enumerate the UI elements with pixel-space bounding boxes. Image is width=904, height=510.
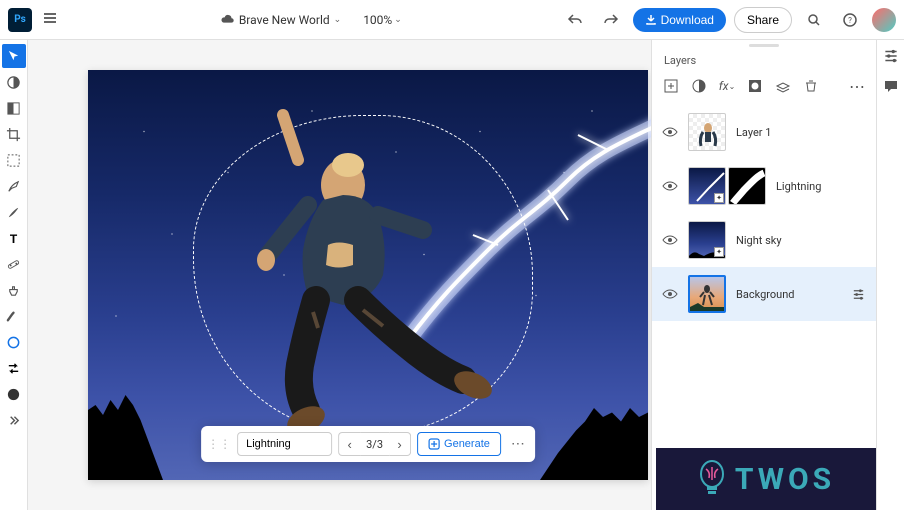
chevron-down-icon: ⌄ <box>334 15 342 25</box>
share-button[interactable]: Share <box>734 7 792 33</box>
download-button[interactable]: Download <box>633 8 726 32</box>
generate-more-options[interactable]: ⋯ <box>507 432 529 456</box>
lightbulb-icon <box>697 459 727 499</box>
layer-name: Lightning <box>776 180 821 193</box>
move-tool[interactable] <box>2 44 26 68</box>
user-avatar[interactable] <box>872 8 896 32</box>
layer-group-button[interactable] <box>774 77 792 95</box>
person-layer <box>188 100 508 445</box>
layer-name: Background <box>736 288 794 301</box>
left-toolbar: T <box>0 40 28 510</box>
layer-row[interactable]: ✦ Night sky <box>652 213 876 267</box>
visibility-toggle[interactable] <box>662 124 678 140</box>
smart-object-badge: ✦ <box>714 247 724 257</box>
next-variant-button[interactable]: › <box>389 432 411 456</box>
generate-icon <box>428 438 440 450</box>
layers-more-options[interactable]: ⋯ <box>848 77 866 95</box>
canvas[interactable]: ⋮⋮ ‹ 3/3 › Generate ⋯ <box>88 70 648 480</box>
brush-tool[interactable] <box>2 200 26 224</box>
delete-layer-button[interactable] <box>802 77 820 95</box>
generative-fill-bar: ⋮⋮ ‹ 3/3 › Generate ⋯ <box>201 426 535 462</box>
layer-thumbnail <box>688 275 726 313</box>
layer-name: Layer 1 <box>736 126 771 139</box>
layers-panel: Layers fx⌄ ⋯ Layer 1 ✦ <box>651 40 876 510</box>
zoom-dropdown[interactable]: 100% ⌄ <box>355 9 410 31</box>
layer-name: Night sky <box>736 234 782 247</box>
drag-handle-icon[interactable]: ⋮⋮ <box>207 437 231 451</box>
heal-tool[interactable] <box>2 252 26 276</box>
layer-mask-thumbnail <box>728 167 766 205</box>
adjust-tool[interactable] <box>2 70 26 94</box>
shape-tool[interactable] <box>2 330 26 354</box>
smart-object-badge: ✦ <box>714 193 724 203</box>
layer-properties-button[interactable] <box>851 287 866 302</box>
watermark-text: TWOS <box>735 462 835 497</box>
layer-thumbnail: ✦ <box>688 167 726 205</box>
more-tools[interactable] <box>2 408 26 432</box>
redo-button[interactable] <box>597 6 625 34</box>
visibility-toggle[interactable] <box>662 232 678 248</box>
visibility-toggle[interactable] <box>662 286 678 302</box>
layers-panel-actions: fx⌄ ⋯ <box>652 71 876 101</box>
svg-text:?: ? <box>848 16 852 25</box>
document-title-dropdown[interactable]: Brave New World ⌄ <box>213 9 349 31</box>
chevron-down-icon: ⌄ <box>394 15 402 25</box>
svg-text:T: T <box>10 232 18 246</box>
hamburger-menu[interactable] <box>38 6 62 33</box>
cloud-icon <box>221 13 235 27</box>
clone-tool[interactable] <box>2 278 26 302</box>
eraser-tool[interactable] <box>2 304 26 328</box>
help-button[interactable]: ? <box>836 6 864 34</box>
layers-panel-title: Layers <box>652 50 876 71</box>
properties-tab[interactable] <box>881 46 901 66</box>
layer-row[interactable]: Layer 1 <box>652 105 876 159</box>
variant-counter: 3/3 <box>360 432 389 456</box>
add-mask-button[interactable] <box>746 77 764 95</box>
canvas-area[interactable]: ⋮⋮ ‹ 3/3 › Generate ⋯ <box>28 40 651 510</box>
layer-effects-button[interactable]: fx⌄ <box>718 77 736 95</box>
layer-thumbnail <box>688 113 726 151</box>
quick-select-tool[interactable] <box>2 174 26 198</box>
visibility-toggle[interactable] <box>662 178 678 194</box>
layer-row[interactable]: ✦ Lightning <box>652 159 876 213</box>
search-button[interactable] <box>800 6 828 34</box>
panel-grip[interactable] <box>652 40 876 50</box>
layer-thumbnail: ✦ <box>688 221 726 259</box>
generate-prompt-input[interactable] <box>237 432 332 456</box>
watermark-badge: TWOS <box>656 448 876 510</box>
add-layer-button[interactable] <box>662 77 680 95</box>
adjustment-layer-button[interactable] <box>690 77 708 95</box>
previous-variant-button[interactable]: ‹ <box>338 432 360 456</box>
app-logo: Ps <box>8 8 32 32</box>
generate-button[interactable]: Generate <box>417 432 501 456</box>
undo-button[interactable] <box>561 6 589 34</box>
document-title: Brave New World <box>239 13 330 27</box>
layer-row[interactable]: Background <box>652 267 876 321</box>
top-bar: Ps Brave New World ⌄ 100% ⌄ Download Sha… <box>0 0 904 40</box>
selection-tool[interactable] <box>2 148 26 172</box>
text-tool[interactable]: T <box>2 226 26 250</box>
swap-tool[interactable] <box>2 356 26 380</box>
color-tool[interactable] <box>2 382 26 406</box>
zoom-value: 100% <box>363 13 392 27</box>
gradient-tool[interactable] <box>2 96 26 120</box>
download-icon <box>645 14 657 26</box>
comments-tab[interactable] <box>881 76 901 96</box>
right-rail <box>876 40 904 510</box>
crop-tool[interactable] <box>2 122 26 146</box>
